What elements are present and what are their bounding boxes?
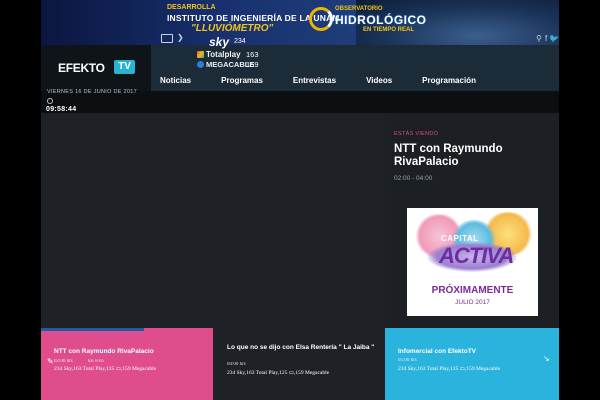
arrow-icon[interactable]: ↘ xyxy=(543,354,550,363)
program-card-live: En vivo xyxy=(88,359,104,364)
program-card-channels: 234 Sky,163 Total Play,125 ▭,159 Megacab… xyxy=(227,370,330,376)
program-card-2[interactable]: Lo que no se dijo con Elsa Rentería " La… xyxy=(213,328,385,400)
banner-line-3: "LLUVIÓMETRO" xyxy=(191,23,274,34)
top-ad-banner[interactable]: DESARROLLA INSTITUTO DE INGENIERÍA DE LA… xyxy=(41,0,559,45)
pencil-icon: ✎ xyxy=(47,357,54,366)
site-logo-tv-badge[interactable]: TV xyxy=(114,60,135,74)
program-card-time: 02:00 hrs xyxy=(54,359,73,364)
program-card-time: 05:00 hrs xyxy=(398,358,417,363)
program-card-time: 04:00 hrs xyxy=(227,362,246,367)
banner-line-1: DESARROLLA xyxy=(167,4,216,11)
program-card-3[interactable]: Infomercial con EfektoTV 05:00 hrs 234 S… xyxy=(385,328,559,400)
program-card-title: NTT con Raymundo RivaPalacio xyxy=(54,348,154,355)
promo-capital-activa[interactable]: CAPITAL ACTIVA PRÓXIMAMENTE JULIO 2017 xyxy=(407,208,538,316)
clock-icon xyxy=(47,98,53,104)
current-time: 09:58:44 xyxy=(46,106,77,113)
sky-logo: sky xyxy=(209,35,230,49)
observatorio-logo-icon xyxy=(309,7,333,31)
program-card-title: Lo que no se dijo con Elsa Rentería " La… xyxy=(227,344,375,351)
site-frame: DESARROLLA INSTITUTO DE INGENIERÍA DE LA… xyxy=(41,0,559,400)
current-date: VIERNES 16 DE JUNIO DE 2017 xyxy=(47,89,138,95)
now-playing-time: 02:00 - 04:00 xyxy=(394,175,433,182)
main-nav: Noticias Programas Entrevistas Videos Pr… xyxy=(151,70,497,91)
twitter-icon[interactable]: 🐦 xyxy=(549,34,559,43)
banner-hidrologico: HIDROLÓGICO xyxy=(335,13,427,27)
banner-observatorio: OBSERVATORIO xyxy=(335,6,383,12)
nav-item-programacion[interactable]: Programación xyxy=(413,70,476,91)
promo-date: JULIO 2017 xyxy=(455,299,490,306)
program-card-channels: 234 Sky,163 Total Play,125 ▭,159 Megacab… xyxy=(398,366,501,372)
promo-capital: CAPITAL xyxy=(441,234,479,243)
now-playing-label: ESTÁS VIENDO xyxy=(394,131,439,137)
promo-proximamente: PRÓXIMAMENTE xyxy=(431,285,514,296)
search-icon[interactable]: ⚲ xyxy=(536,34,542,43)
now-playing-title: NTT con Raymundo RivaPalacio xyxy=(394,143,503,168)
program-card-progress xyxy=(41,328,144,331)
facebook-icon[interactable]: f xyxy=(545,34,547,43)
banner-tiempo-real: EN TIEMPO REAL xyxy=(363,27,415,33)
nav-item-videos[interactable]: Videos xyxy=(357,70,392,91)
megacable-channel: 159 xyxy=(246,60,259,69)
program-card-title: Infomercial con EfektoTV xyxy=(398,348,477,355)
nav-item-entrevistas[interactable]: Entrevistas xyxy=(284,70,336,91)
totalplay-logo: Totalplay xyxy=(206,50,241,59)
sky-channel: 234 xyxy=(234,38,246,45)
page: DESARROLLA INSTITUTO DE INGENIERÍA DE LA… xyxy=(0,0,600,400)
nav-item-noticias[interactable]: Noticias xyxy=(151,70,191,91)
tv-icon[interactable] xyxy=(161,34,173,43)
program-card-1[interactable]: NTT con Raymundo RivaPalacio ✎ 02:00 hrs… xyxy=(41,328,213,400)
megacable-logo-icon xyxy=(197,61,204,68)
video-player[interactable] xyxy=(41,113,385,328)
nav-item-programas[interactable]: Programas xyxy=(212,70,263,91)
totalplay-channel: 163 xyxy=(246,50,259,59)
program-card-channels: 234 Sky,163 Total Play,125 ▭,159 Megacab… xyxy=(54,366,157,372)
promo-activa: ACTIVA xyxy=(439,243,514,268)
site-logo[interactable]: EFEKTO xyxy=(58,61,105,75)
totalplay-logo-icon xyxy=(197,51,204,58)
chevron-down-icon[interactable]: ❯ xyxy=(177,33,184,42)
